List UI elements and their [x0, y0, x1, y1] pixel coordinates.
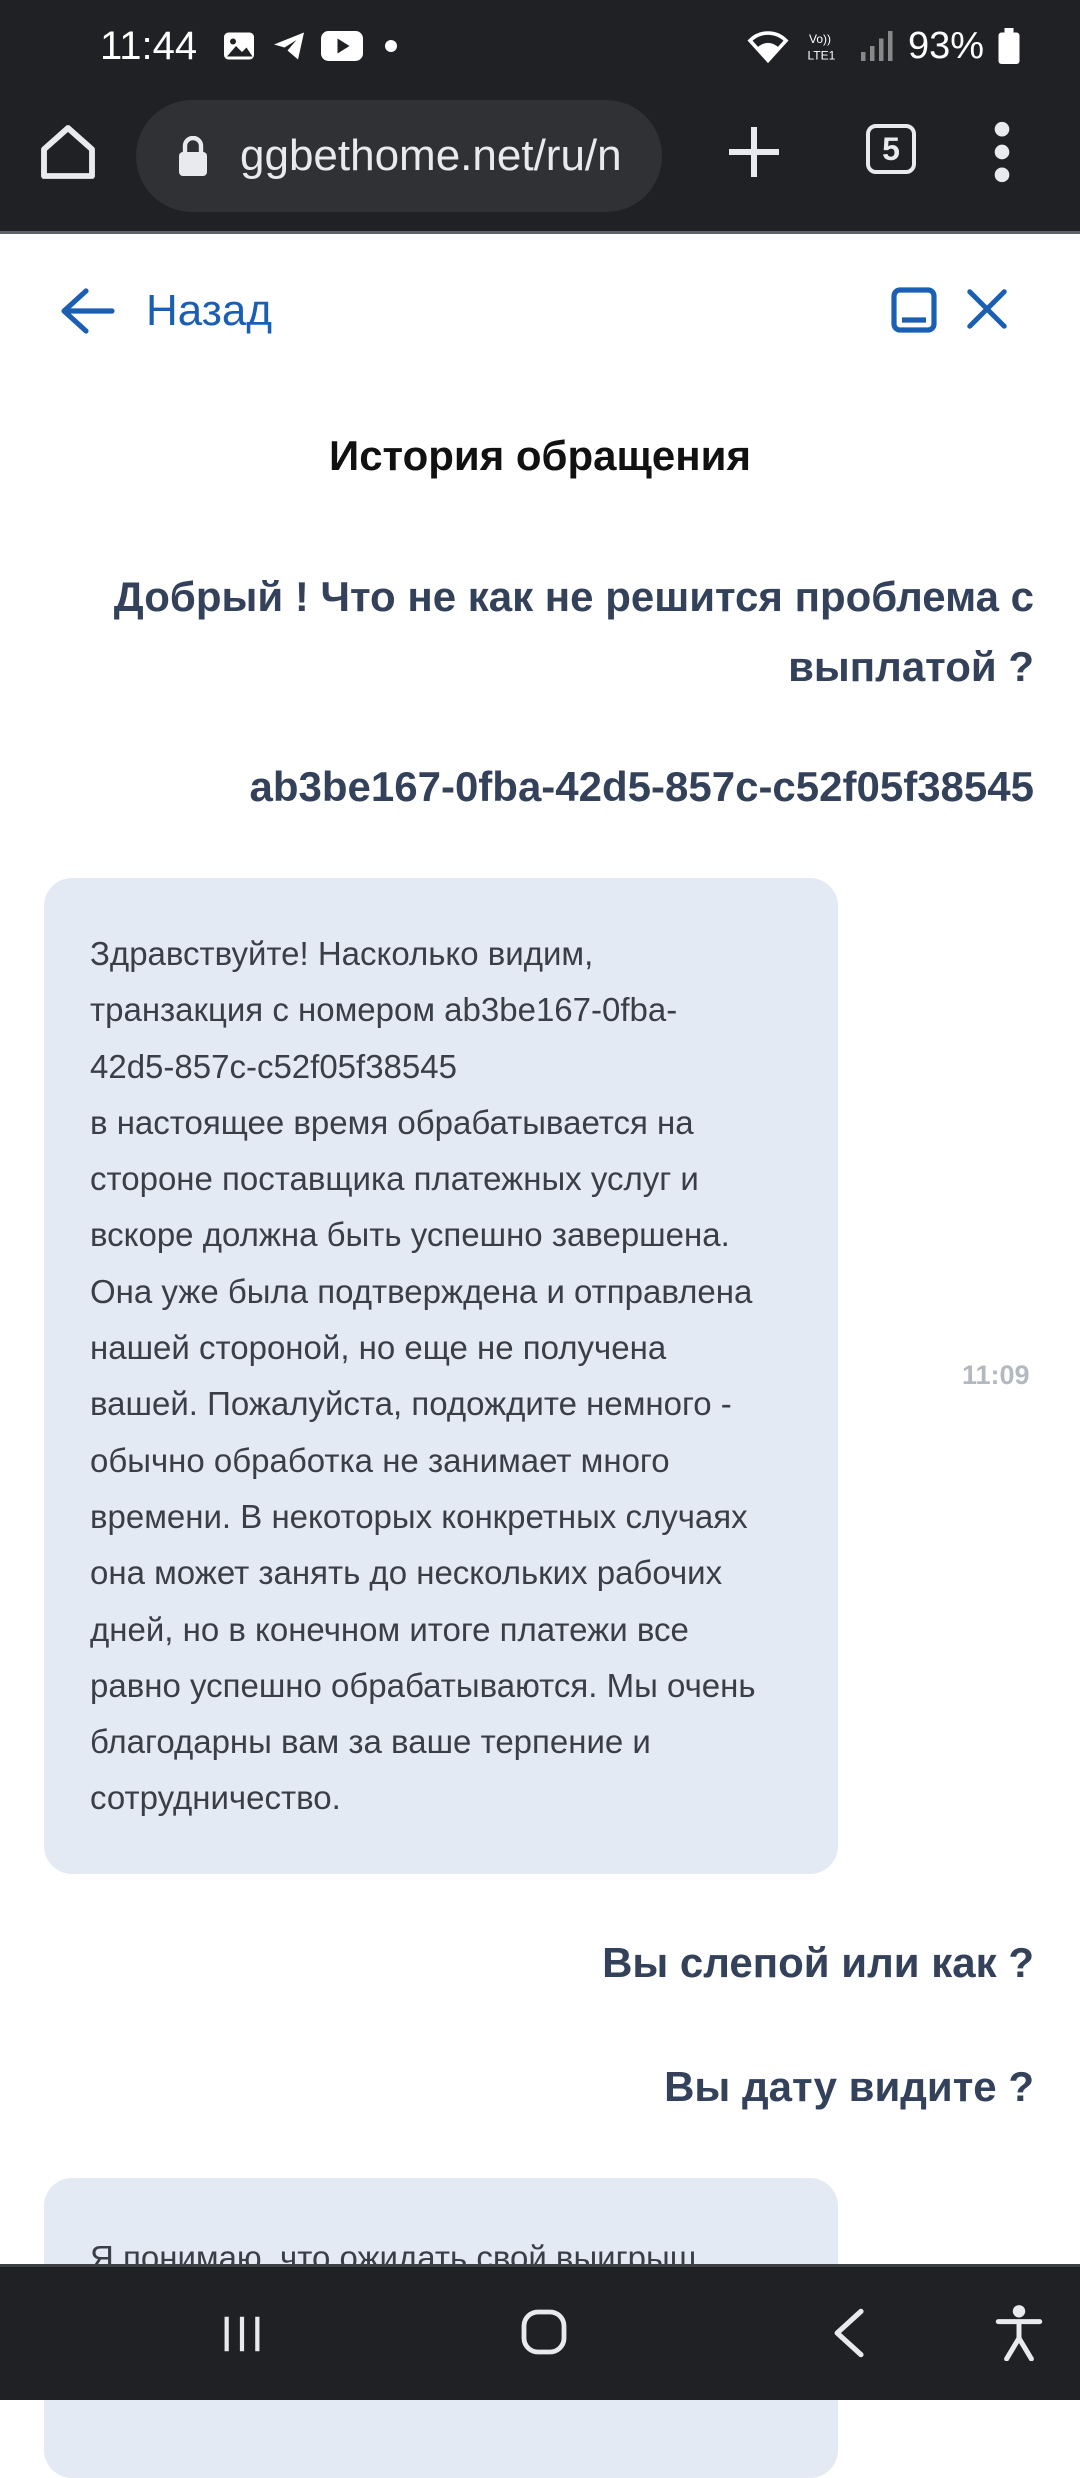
svg-text:Vo)): Vo)): [809, 32, 831, 46]
user-message: Вы дату видите ?: [664, 2063, 1034, 2110]
system-nav-bar: [0, 2264, 1080, 2400]
minimize-icon[interactable]: [890, 286, 938, 334]
status-time: 11:44: [100, 23, 198, 68]
signal-icon: [860, 31, 893, 61]
arrow-left-icon: [61, 288, 115, 334]
youtube-icon: [321, 31, 364, 61]
more-vert-icon[interactable]: [984, 120, 1020, 184]
more-notifications-icon: [385, 40, 398, 52]
close-icon[interactable]: [964, 286, 1010, 332]
home-nav-icon[interactable]: [520, 2307, 568, 2357]
back-nav-icon[interactable]: [830, 2307, 866, 2359]
gallery-icon: [224, 32, 255, 60]
message-timestamp: 11:09: [962, 1360, 1030, 1390]
back-button[interactable]: Назад: [60, 286, 272, 336]
url-text: ggbethome.net/ru/n: [240, 131, 622, 180]
home-icon[interactable]: [36, 120, 100, 184]
new-tab-icon[interactable]: [724, 122, 784, 182]
battery-percent: 93%: [907, 24, 984, 67]
user-message: ab3be167-0fba-42d5-857c-c52f05f38545: [249, 763, 1035, 810]
tab-switcher-button[interactable]: 5: [866, 124, 916, 174]
user-message: Вы слепой или как ?: [602, 1939, 1034, 1986]
address-bar[interactable]: ggbethome.net/ru/n: [136, 100, 662, 212]
notification-icons: [221, 28, 398, 64]
back-label: Назад: [146, 286, 273, 335]
lock-icon: [179, 136, 207, 176]
status-bar: 11:44 Vo)) LTE1 93%: [0, 0, 1080, 92]
page-title: История обращения: [329, 432, 751, 479]
browser-toolbar: ggbethome.net/ru/n 5: [0, 92, 1080, 234]
recent-apps-icon[interactable]: [218, 2311, 266, 2357]
volte-icon: Vo)) LTE1: [807, 32, 835, 63]
accessibility-icon[interactable]: [994, 2303, 1044, 2361]
wifi-icon: [747, 31, 789, 64]
telegram-icon: [274, 32, 305, 60]
svg-text:LTE1: LTE1: [807, 49, 835, 63]
user-message: Добрый ! Что не как не решится проблема …: [113, 573, 1034, 690]
chat-header: Назад: [0, 236, 1080, 386]
support-message: Здравствуйте! Насколько видим, транзакци…: [44, 878, 838, 1874]
battery-icon: [998, 28, 1020, 64]
